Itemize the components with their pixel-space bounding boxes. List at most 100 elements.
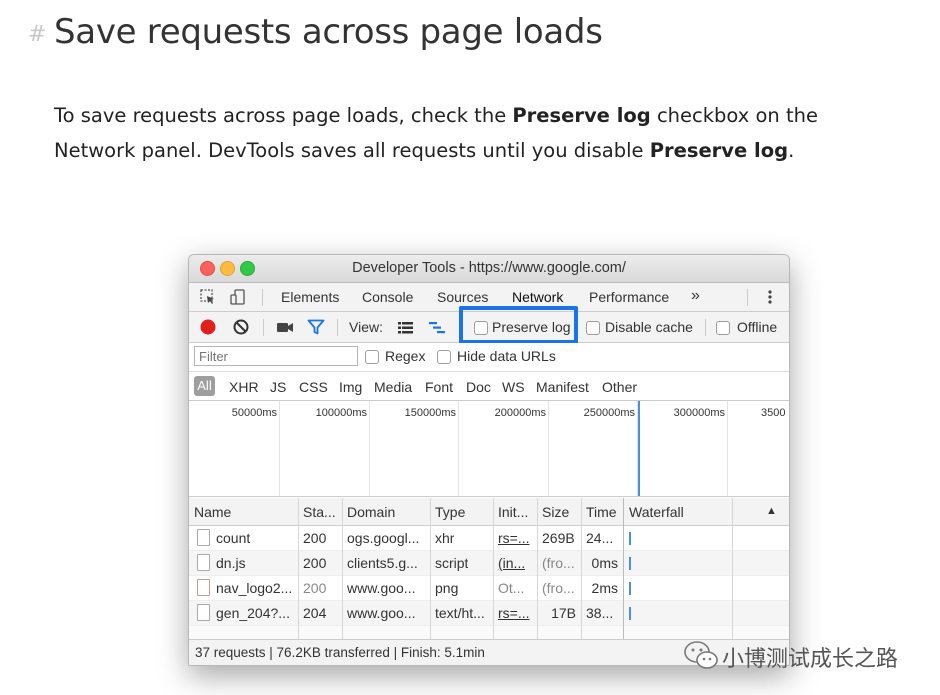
toolbar-divider [263,319,264,336]
tab-console[interactable]: Console [362,289,413,305]
type-filter-img[interactable]: Img [339,379,362,395]
regex-checkbox[interactable] [365,350,379,364]
filter-input[interactable] [194,346,358,366]
load-event-marker [638,401,640,496]
screenshot-camera-icon[interactable] [276,318,294,336]
type-filter-manifest[interactable]: Manifest [536,379,589,395]
column-header-waterfall[interactable]: Waterfall [629,504,684,520]
type-filter-ws[interactable]: WS [502,379,525,395]
table-row[interactable]: nav_logo2... 200 www.goo... png Ot... (f… [189,576,789,601]
column-header-status[interactable]: Sta... [303,504,336,520]
type-filter-css[interactable]: CSS [299,379,328,395]
offline-label[interactable]: Offline [737,319,777,335]
disable-cache-label[interactable]: Disable cache [605,319,693,335]
tab-sources[interactable]: Sources [437,289,488,305]
preserve-log-highlight [459,306,578,344]
window-titlebar: Developer Tools - https://www.google.com… [189,255,789,283]
request-time: 2ms [591,580,618,596]
resource-type-bar: All XHR JS CSS Img Media Font Doc WS Man… [189,372,789,401]
type-filter-js[interactable]: JS [270,379,286,395]
disable-cache-checkbox[interactable] [586,321,600,335]
file-icon [197,604,210,621]
tab-divider [262,289,263,306]
timeline-gridline [458,401,459,496]
request-name: gen_204?... [216,605,290,621]
waterfall-bar [629,557,631,570]
request-size: (fro... [542,580,575,596]
timeline-gridline [548,401,549,496]
toolbar-divider [337,319,338,336]
request-status: 204 [303,605,327,621]
request-time: 24... [586,530,614,546]
request-initiator: Ot... [498,580,525,596]
table-row[interactable]: count 200 ogs.googl... xhr rs=... 269B 2… [189,526,789,551]
column-header-time[interactable]: Time [586,504,617,520]
request-domain: www.goo... [347,580,416,596]
type-filter-doc[interactable]: Doc [466,379,491,395]
request-name: nav_logo2... [216,580,293,596]
type-filter-all[interactable]: All [194,376,215,396]
timeline-gridline [279,401,280,496]
column-divider [623,498,624,639]
request-time: 38... [586,605,614,621]
tab-performance[interactable]: Performance [589,289,669,305]
column-header-domain[interactable]: Domain [347,504,395,520]
timeline-gridline [727,401,728,496]
column-divider [298,498,299,639]
request-type: png [435,580,459,596]
large-rows-list-icon[interactable] [397,319,415,337]
view-label: View: [349,319,383,335]
request-status: 200 [303,530,327,546]
clear-icon[interactable] [232,318,250,336]
devtools-window: Developer Tools - https://www.google.com… [188,254,790,666]
timeline-tick-label: 50000ms [231,407,277,419]
request-type: script [435,555,469,571]
heading-anchor[interactable]: # [28,22,46,47]
column-divider [430,498,431,639]
column-header-type[interactable]: Type [435,504,465,520]
column-divider [342,498,343,639]
request-type: xhr [435,530,455,546]
column-divider [537,498,538,639]
type-filter-other[interactable]: Other [602,379,637,395]
more-tabs-chevron-icon[interactable]: » [691,287,700,305]
column-header-initiator[interactable]: Init... [498,504,528,520]
image-file-icon [197,579,210,596]
tab-elements[interactable]: Elements [281,289,339,305]
type-filter-media[interactable]: Media [374,379,412,395]
timeline-overview[interactable]: 50000ms 100000ms 150000ms 200000ms 25000… [189,401,789,497]
offline-checkbox[interactable] [716,321,730,335]
record-icon[interactable] [199,318,217,336]
toolbar-divider [705,319,706,336]
regex-label[interactable]: Regex [385,348,425,364]
waterfall-bar [629,607,631,620]
wechat-logo-icon [683,637,719,673]
table-row[interactable]: dn.js 200 clients5.g... script (in... (f… [189,551,789,576]
timeline-tick-label: 200000ms [494,407,546,419]
waterfall-bar [629,532,631,545]
column-header-name[interactable]: Name [194,504,231,520]
overview-waterfall-icon[interactable] [428,319,446,337]
request-name: dn.js [216,555,246,571]
tab-network[interactable]: Network [512,289,563,305]
script-file-icon [197,554,210,571]
column-header-size[interactable]: Size [542,504,569,520]
type-filter-font[interactable]: Font [425,379,453,395]
status-summary: 37 requests | 76.2KB transferred | Finis… [195,645,485,660]
timeline-tick-label: 250000ms [583,407,635,419]
hide-data-urls-checkbox[interactable] [437,350,451,364]
kebab-menu-icon[interactable] [761,288,779,306]
request-initiator[interactable]: rs=... [498,605,530,621]
inspect-element-icon[interactable] [199,288,217,306]
hide-data-urls-label[interactable]: Hide data URLs [457,348,556,364]
file-icon [197,529,210,546]
waterfall-bar [629,582,631,595]
filter-funnel-icon[interactable] [307,318,325,336]
type-filter-xhr[interactable]: XHR [229,379,259,395]
window-title: Developer Tools - https://www.google.com… [352,260,626,276]
device-toolbar-icon[interactable] [229,288,247,306]
request-initiator[interactable]: rs=... [498,530,530,546]
request-initiator[interactable]: (in... [498,555,525,571]
sort-ascending-icon[interactable]: ▲ [766,505,777,517]
table-row[interactable]: gen_204?... 204 www.goo... text/ht... rs… [189,601,789,626]
